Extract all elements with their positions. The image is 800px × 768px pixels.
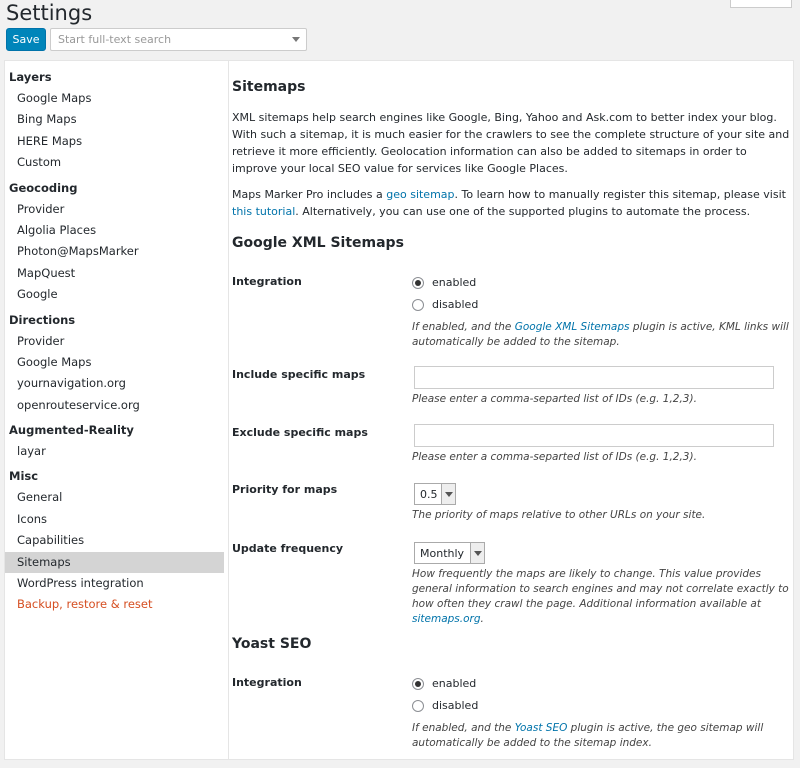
sidebar-item[interactable]: Google <box>5 284 224 305</box>
geo-sitemap-text: Maps Marker Pro includes a geo sitemap. … <box>232 186 790 220</box>
geo-sitemap-link[interactable]: geo sitemap <box>386 188 454 201</box>
sidebar-item[interactable]: Google Maps <box>5 88 224 109</box>
yoast-disabled-radio[interactable]: disabled <box>412 699 478 712</box>
tutorial-link[interactable]: this tutorial <box>232 205 295 218</box>
chevron-down-icon[interactable] <box>470 543 484 563</box>
sidebar-item[interactable]: HERE Maps <box>5 131 224 152</box>
sidebar-item[interactable]: openrouteservice.org <box>5 395 224 416</box>
desc-text: How frequently the maps are likely to ch… <box>412 568 789 610</box>
exclude-maps-input[interactable] <box>414 424 774 447</box>
enabled-label: enabled <box>432 677 477 690</box>
google-disabled-radio[interactable]: disabled <box>412 298 478 311</box>
sidebar-group-heading: Misc <box>9 469 39 484</box>
sidebar-item[interactable]: Bing Maps <box>5 109 224 130</box>
settings-panel: Layers Google Maps Bing Maps HERE Maps Custo… <box>4 60 794 760</box>
yoast-seo-link[interactable]: Yoast SEO <box>515 722 568 734</box>
geo-text-2: . To learn how to manually register this… <box>454 188 786 201</box>
priority-label: Priority for maps <box>232 483 338 496</box>
google-enabled-radio[interactable]: enabled <box>412 276 476 289</box>
frequency-select[interactable]: Monthly <box>414 542 485 564</box>
page-title: Settings <box>6 1 93 25</box>
radio-checked-icon[interactable] <box>412 677 424 690</box>
help-tab[interactable] <box>730 0 792 8</box>
chevron-down-icon[interactable] <box>441 484 455 504</box>
sidebar-item[interactable]: Algolia Places <box>5 220 224 241</box>
sidebar-item[interactable]: Provider <box>5 199 224 220</box>
main-content: Sitemaps XML sitemaps help search engine… <box>232 61 792 759</box>
exclude-maps-desc: Please enter a comma-separted list of ID… <box>412 451 697 463</box>
geo-text-3: . Alternatively, you can use one of the … <box>295 205 751 218</box>
radio-checked-icon[interactable] <box>412 276 424 289</box>
desc-text: . <box>480 613 484 625</box>
sidebar-item[interactable]: Icons <box>5 509 224 530</box>
include-maps-desc: Please enter a comma-separted list of ID… <box>412 393 697 405</box>
sidebar-group-heading: Directions <box>9 312 76 327</box>
google-integration-label: Integration <box>232 275 302 288</box>
save-button[interactable]: Save <box>6 28 46 51</box>
intro-text: XML sitemaps help search engines like Go… <box>232 111 790 175</box>
frequency-label: Update frequency <box>232 542 344 555</box>
geo-text-1: Maps Marker Pro includes a <box>232 188 387 201</box>
sidebar-group-heading: Augmented-Reality <box>9 423 134 438</box>
include-maps-label: Include specific maps <box>232 368 366 381</box>
sidebar-group-heading: Geocoding <box>9 180 78 195</box>
sidebar-item[interactable]: MapQuest <box>5 263 224 284</box>
sidebar-item[interactable]: Google Maps <box>5 352 224 373</box>
desc-text: If enabled, and the <box>412 722 515 734</box>
sidebar-item[interactable]: Capabilities <box>5 530 224 551</box>
enabled-label: enabled <box>432 276 477 289</box>
section-heading: Sitemaps <box>232 79 306 95</box>
include-maps-input[interactable] <box>414 366 774 389</box>
google-xml-heading: Google XML Sitemaps <box>232 235 404 251</box>
radio-unchecked-icon[interactable] <box>412 699 424 712</box>
sidebar-nav: Layers Google Maps Bing Maps HERE Maps Custo… <box>5 61 229 759</box>
search-input[interactable] <box>51 29 281 50</box>
yoast-heading: Yoast SEO <box>232 636 312 652</box>
sidebar-item[interactable]: Sitemaps <box>5 551 224 574</box>
yoast-integration-desc: If enabled, and the Yoast SEO plugin is … <box>412 721 792 751</box>
sidebar-item[interactable]: Custom <box>5 152 224 173</box>
priority-desc: The priority of maps relative to other U… <box>412 509 706 521</box>
google-integration-desc: If enabled, and the Google XML Sitemaps … <box>412 320 792 350</box>
sitemaps-org-link[interactable]: sitemaps.org <box>412 613 481 625</box>
sidebar-item[interactable]: Provider <box>5 331 224 352</box>
exclude-maps-label: Exclude specific maps <box>232 426 368 439</box>
search-box[interactable] <box>50 28 307 51</box>
sidebar-item[interactable]: General <box>5 487 224 508</box>
frequency-value: Monthly <box>420 546 465 560</box>
radio-unchecked-icon[interactable] <box>412 298 424 311</box>
priority-value: 0.5 <box>420 487 438 501</box>
sidebar-item[interactable]: WordPress integration <box>5 573 224 594</box>
priority-select[interactable]: 0.5 <box>414 483 456 505</box>
frequency-desc: How frequently the maps are likely to ch… <box>412 567 792 627</box>
yoast-integration-label: Integration <box>232 676 302 689</box>
disabled-label: disabled <box>432 699 479 712</box>
sidebar-item[interactable]: Photon@MapsMarker <box>5 241 224 262</box>
yoast-enabled-radio[interactable]: enabled <box>412 677 476 690</box>
disabled-label: disabled <box>432 298 479 311</box>
chevron-down-icon[interactable] <box>292 37 300 42</box>
sidebar-group-heading: Layers <box>9 70 52 84</box>
sidebar-item[interactable]: yournavigation.org <box>5 373 224 394</box>
sidebar-item[interactable]: Backup, restore & reset <box>5 594 224 615</box>
sidebar-item[interactable]: layar <box>5 441 224 462</box>
desc-text: If enabled, and the <box>412 321 515 333</box>
google-xml-sitemaps-link[interactable]: Google XML Sitemaps <box>515 321 630 333</box>
